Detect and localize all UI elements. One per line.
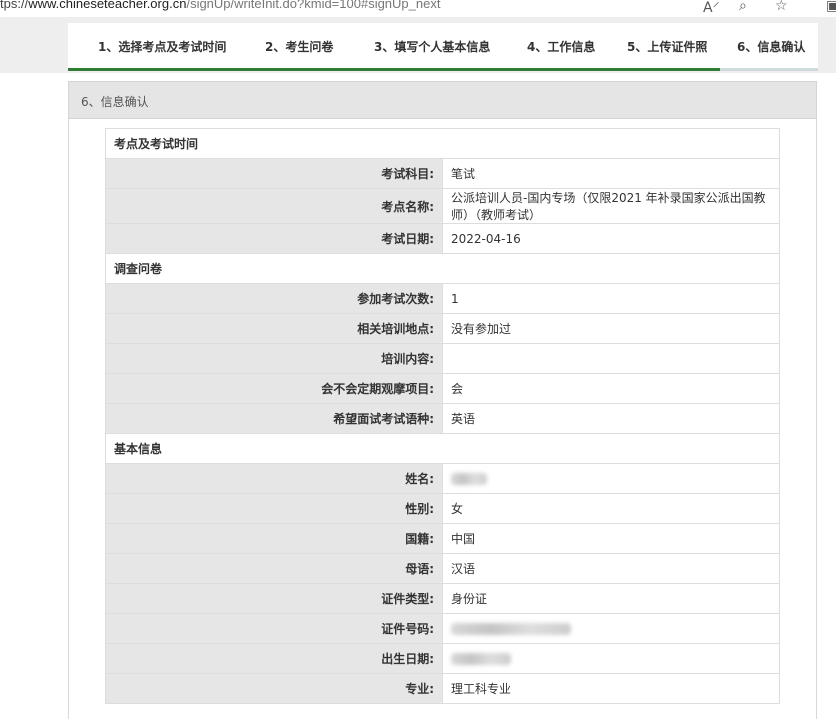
step-5-upload-photo[interactable]: 5、上传证件照 [627,23,707,71]
section-title-basic: 基本信息 [105,433,780,464]
url-text[interactable]: tps://www.chineseteacher.org.cn/signUp/w… [0,0,440,11]
table-row: 培训内容: [105,343,780,374]
table-row: 证件号码: [105,613,780,644]
table-row: 专业: 理工科专业 [105,673,780,704]
field-label: 希望面试考试语种: [105,403,443,434]
field-label: 出生日期: [105,643,443,674]
field-value [442,343,780,374]
section-title-survey: 调查问卷 [105,253,780,284]
step-1-select-exam[interactable]: 1、选择考点及考试时间 [98,23,226,71]
field-label: 培训内容: [105,343,443,374]
table-row: 会不会定期观摩项目: 会 [105,373,780,404]
table-row: 希望面试考试语种: 英语 [105,403,780,434]
table-row: 考试科目: 笔试 [105,158,780,189]
field-value: 女 [442,493,780,524]
section-row: 调查问卷 [105,253,780,284]
table-row: 出生日期: [105,643,780,674]
field-value-redacted [442,463,780,494]
step-3-personal-info[interactable]: 3、填写个人基本信息 [374,23,490,71]
table-row: 参加考试次数: 1 [105,283,780,314]
field-value: 理工科专业 [442,673,780,704]
url-path: /signUp/writeInit.do?kmid=100#signUp_nex… [186,0,441,11]
field-label: 国籍: [105,523,443,554]
extension-icon[interactable]: ▣ [826,0,836,14]
field-value: 汉语 [442,553,780,584]
panel-header: 6、信息确认 [68,81,817,119]
field-label: 性别: [105,493,443,524]
step-4-work-info[interactable]: 4、工作信息 [527,23,595,71]
field-value: 中国 [442,523,780,554]
field-value: 身份证 [442,583,780,614]
section-title-exam: 考点及考试时间 [105,128,780,159]
panel-title: 6、信息确认 [81,95,149,109]
field-label: 考试科目: [105,158,443,189]
step-progress-line [68,68,720,71]
favorite-add-icon[interactable]: ☆ [775,0,788,14]
field-label: 考点名称: [105,188,443,224]
field-value: 英语 [442,403,780,434]
field-value: 公派培训人员-国内专场（仅限2021 年补录国家公派出国教师）（教师考试） [442,188,780,224]
url-prefix: tps:// [0,0,29,11]
table-row: 国籍: 中国 [105,523,780,554]
table-row: 证件类型: 身份证 [105,583,780,614]
field-label: 证件号码: [105,613,443,644]
zoom-icon[interactable]: ⌕ [739,0,747,14]
redacted-name [451,473,487,485]
step-navigation: 1、选择考点及考试时间 2、考生问卷 3、填写个人基本信息 4、工作信息 5、上… [68,23,818,71]
section-row: 考点及考试时间 [105,128,780,159]
field-label: 会不会定期观摩项目: [105,373,443,404]
field-value-redacted [442,643,780,674]
field-label: 母语: [105,553,443,584]
field-value: 笔试 [442,158,780,189]
field-label: 考试日期: [105,223,443,254]
step-2-survey[interactable]: 2、考生问卷 [265,23,333,71]
table-row: 考点名称: 公派培训人员-国内专场（仅限2021 年补录国家公派出国教师）（教师… [105,188,780,224]
info-confirm-table: 考点及考试时间 考试科目: 笔试 考点名称: 公派培训人员-国内专场（仅限202… [105,128,780,704]
redacted-birth-date [451,653,511,665]
table-row: 性别: 女 [105,493,780,524]
table-row: 考试日期: 2022-04-16 [105,223,780,254]
step-6-confirm-info[interactable]: 6、信息确认 [737,23,805,71]
field-label: 相关培训地点: [105,313,443,344]
section-row: 基本信息 [105,433,780,464]
table-row: 姓名: [105,463,780,494]
step-remaining-line [720,68,818,71]
read-aloud-icon[interactable]: A⸍ [703,0,720,17]
table-row: 母语: 汉语 [105,553,780,584]
redacted-id-number [451,623,571,635]
field-label: 姓名: [105,463,443,494]
field-value: 会 [442,373,780,404]
browser-address-bar[interactable]: tps://www.chineseteacher.org.cn/signUp/w… [0,0,836,17]
field-label: 证件类型: [105,583,443,614]
field-label: 参加考试次数: [105,283,443,314]
field-value: 1 [442,283,780,314]
url-host: www.chineseteacher.org.cn [28,0,187,11]
table-row: 相关培训地点: 没有参加过 [105,313,780,344]
field-value-redacted [442,613,780,644]
field-value: 没有参加过 [442,313,780,344]
field-value: 2022-04-16 [442,223,780,254]
field-label: 专业: [105,673,443,704]
